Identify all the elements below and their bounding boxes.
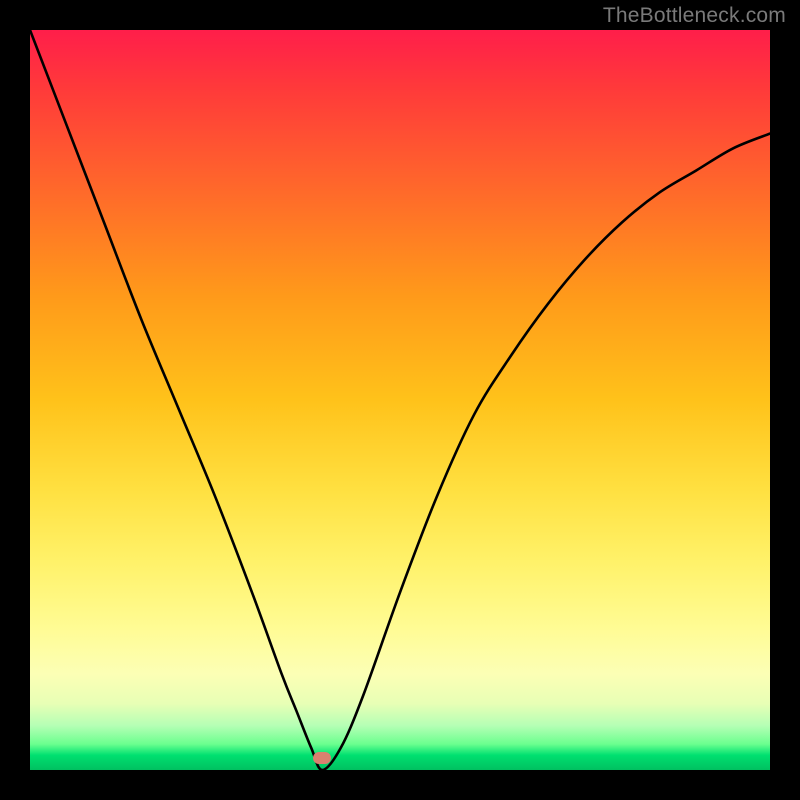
bottleneck-curve [30, 30, 770, 770]
chart-frame: TheBottleneck.com [0, 0, 800, 800]
watermark-text: TheBottleneck.com [603, 4, 786, 28]
chart-plot-area [30, 30, 770, 770]
optimal-point-marker [313, 752, 331, 764]
